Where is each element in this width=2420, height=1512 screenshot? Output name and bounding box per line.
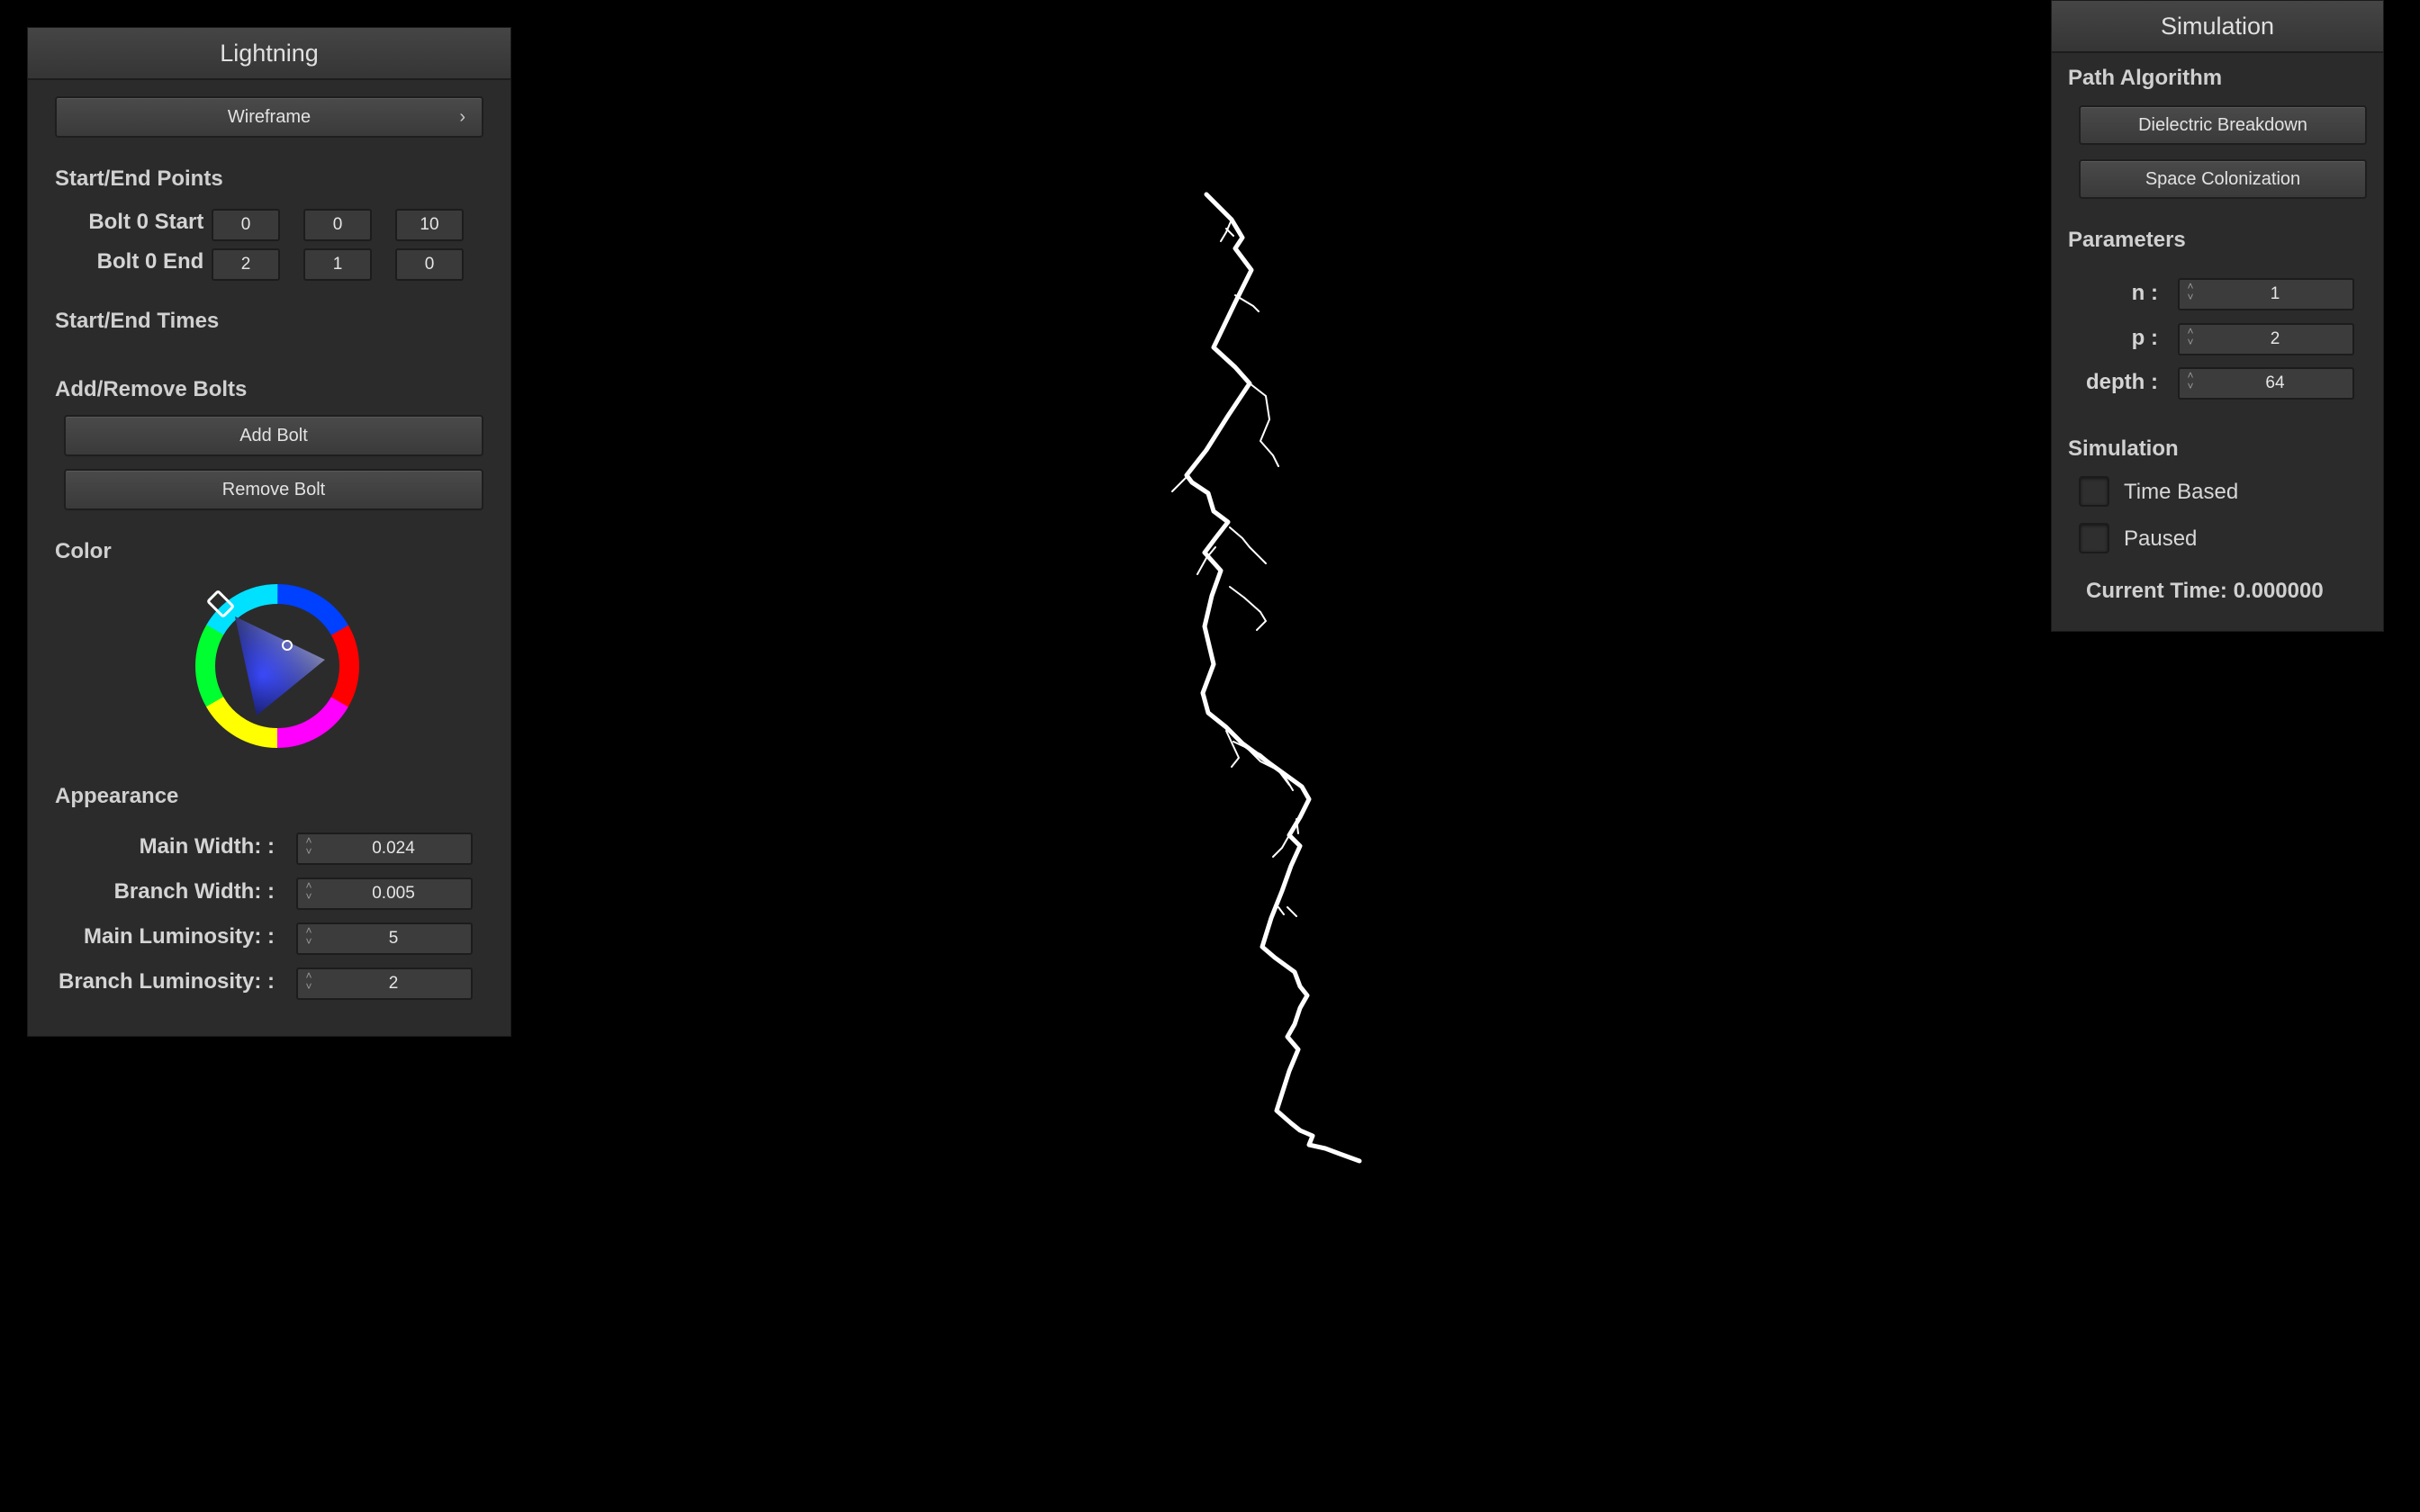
bolt-end-z-field[interactable]: 0 <box>395 248 464 281</box>
simulation-header: Simulation <box>2068 436 2179 461</box>
main-luminosity-label: Main Luminosity: : <box>84 924 275 949</box>
dielectric-breakdown-button[interactable]: Dielectric Breakdown <box>2079 105 2367 145</box>
branch-luminosity-label: Branch Luminosity: : <box>58 969 275 994</box>
chevron-right-icon: › <box>459 107 465 127</box>
render-mode-label: Wireframe <box>227 107 312 127</box>
branch-width-field[interactable]: ˄ ˅ 0.005 <box>296 878 473 910</box>
main-width-label: Main Width: : <box>139 834 275 859</box>
simulation-panel-title[interactable]: Simulation <box>2052 1 2383 53</box>
param-n-field[interactable]: ˄ ˅ 1 <box>2178 278 2354 310</box>
time-based-label[interactable]: Time Based <box>2124 480 2238 505</box>
main-luminosity-field[interactable]: ˄ ˅ 5 <box>296 922 473 955</box>
param-depth-field[interactable]: ˄ ˅ 64 <box>2178 367 2354 400</box>
paused-checkbox[interactable] <box>2079 523 2109 554</box>
bolt-end-label: Bolt 0 End : <box>96 249 217 274</box>
param-depth-label: depth : <box>2086 370 2158 394</box>
branch-width-label: Branch Width: : <box>113 879 275 904</box>
add-remove-bolts-header: Add/Remove Bolts <box>55 377 248 401</box>
start-end-points-header: Start/End Points <box>55 166 223 191</box>
main-width-field[interactable]: ˄ ˅ 0.024 <box>296 832 473 865</box>
bolt-end-y-field[interactable]: 1 <box>303 248 372 281</box>
paused-label[interactable]: Paused <box>2124 526 2197 552</box>
bolt-start-label: Bolt 0 Start : <box>88 210 217 234</box>
appearance-header: Appearance <box>55 784 179 808</box>
param-p-field[interactable]: ˄ ˅ 2 <box>2178 323 2354 356</box>
bolt-start-z-field[interactable]: 10 <box>395 209 464 241</box>
bolt-start-y-field[interactable]: 0 <box>303 209 372 241</box>
start-end-times-header[interactable]: Start/End Times <box>55 309 219 334</box>
bolt-main-channel <box>1184 192 1362 1164</box>
space-colonization-button[interactable]: Space Colonization <box>2079 159 2367 199</box>
bolt-end-x-field[interactable]: 2 <box>212 248 280 281</box>
spin-arrows-icon[interactable]: ˄ ˅ <box>302 925 316 949</box>
time-based-checkbox[interactable] <box>2079 476 2109 507</box>
color-wheel-picker[interactable] <box>192 580 363 752</box>
spin-arrows-icon[interactable]: ˄ ˅ <box>302 835 316 859</box>
lightning-panel-title[interactable]: Lightning <box>28 28 510 80</box>
bolt-start-x-field[interactable]: 0 <box>212 209 280 241</box>
render-mode-button[interactable]: Wireframe › <box>55 96 483 138</box>
spin-arrows-icon[interactable]: ˄ ˅ <box>302 970 316 994</box>
remove-bolt-button[interactable]: Remove Bolt <box>64 469 483 510</box>
spin-arrows-icon[interactable]: ˄ ˅ <box>2183 326 2198 349</box>
add-bolt-button[interactable]: Add Bolt <box>64 415 483 456</box>
path-algorithm-header: Path Algorithm <box>2068 66 2223 90</box>
spin-arrows-icon[interactable]: ˄ ˅ <box>302 880 316 904</box>
simulation-panel: Simulation Path Algorithm Dielectric Bre… <box>2051 0 2384 632</box>
param-n-label: n : <box>2131 281 2158 305</box>
parameters-header: Parameters <box>2068 228 2186 252</box>
color-header: Color <box>55 539 112 563</box>
spin-arrows-icon[interactable]: ˄ ˅ <box>2183 370 2198 393</box>
current-time-readout: Current Time: 0.000000 <box>2086 579 2324 603</box>
branch-luminosity-field[interactable]: ˄ ˅ 2 <box>296 968 473 1000</box>
param-p-label: p : <box>2131 326 2158 350</box>
lightning-panel: Lightning Wireframe › Start/End Points B… <box>27 27 511 1037</box>
spin-arrows-icon[interactable]: ˄ ˅ <box>2183 281 2198 304</box>
bolt-branches <box>1171 219 1299 917</box>
